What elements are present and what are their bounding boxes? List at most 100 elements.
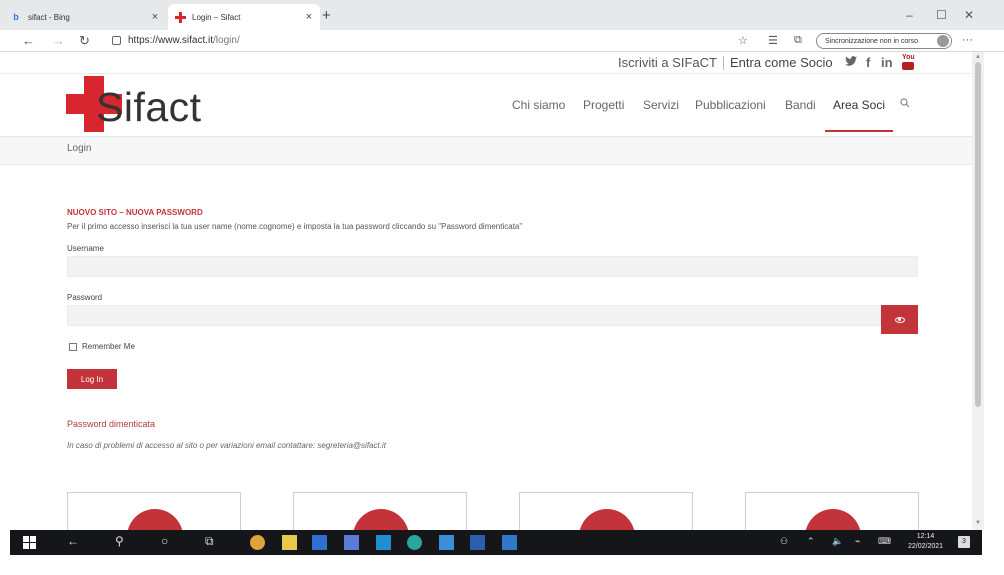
app-icon[interactable]: [470, 535, 485, 550]
network-icon[interactable]: ⌁: [855, 536, 860, 547]
teams-icon[interactable]: [344, 535, 359, 550]
scroll-up-icon[interactable]: ▲: [975, 54, 981, 60]
bing-icon: b: [13, 12, 19, 22]
breadcrumb: Login: [0, 136, 972, 165]
scroll-down-icon[interactable]: ▼: [975, 520, 981, 526]
twitter-icon[interactable]: [845, 55, 857, 70]
feature-card[interactable]: [745, 492, 919, 530]
maximize-button[interactable]: ☐: [936, 8, 947, 22]
close-tab-icon[interactable]: ×: [148, 11, 162, 23]
notification-icon[interactable]: 3: [958, 536, 970, 548]
active-nav-indicator: [825, 130, 893, 132]
nav-area-soci[interactable]: Area Soci: [833, 98, 885, 112]
start-icon[interactable]: [23, 536, 36, 549]
nav-bandi[interactable]: Bandi: [785, 98, 816, 112]
sync-profile-button[interactable]: Sincronizzazione non in corso: [816, 33, 952, 49]
password-label: Password: [67, 293, 103, 302]
card-circle-icon: [805, 509, 861, 530]
login-button[interactable]: Log In: [67, 369, 117, 389]
app-icon[interactable]: [376, 535, 391, 550]
feature-card[interactable]: [67, 492, 241, 530]
logo-text: Sifact: [96, 84, 202, 130]
nav-progetti[interactable]: Progetti: [583, 98, 624, 112]
favorites-icon[interactable]: ☰: [768, 34, 778, 47]
back-arrow-icon[interactable]: ←: [67, 534, 79, 548]
lock-icon[interactable]: [112, 36, 121, 45]
url-path: /login/: [213, 35, 240, 46]
people-icon[interactable]: ⚇: [780, 536, 788, 547]
sync-label: Sincronizzazione non in corso: [825, 37, 918, 45]
help-text: In caso di problemi di accesso al sito o…: [67, 441, 386, 450]
page-scrollbar[interactable]: ▲ ▼: [972, 52, 984, 530]
more-menu-icon[interactable]: ···: [962, 34, 973, 46]
back-arrow-icon[interactable]: ←: [22, 33, 35, 48]
photos-icon[interactable]: [439, 535, 454, 550]
file-explorer-icon[interactable]: [282, 535, 297, 550]
volume-icon[interactable]: 🔈: [832, 536, 843, 547]
refresh-icon[interactable]: ↻: [79, 33, 90, 49]
nav-servizi[interactable]: Servizi: [643, 98, 679, 112]
tab-bing[interactable]: b sifact - Bing ×: [10, 4, 166, 30]
close-window-button[interactable]: ✕: [964, 8, 974, 22]
forgot-password-link[interactable]: Password dimenticata: [67, 419, 155, 429]
linkedin-icon[interactable]: in: [881, 55, 893, 70]
cortana-icon[interactable]: ○: [161, 534, 168, 548]
youtube-label: You: [902, 54, 915, 61]
notice-text: Per il primo accesso inserisci la tua us…: [67, 222, 523, 231]
profile-avatar-icon: [937, 35, 949, 47]
feature-card[interactable]: [519, 492, 693, 530]
tab-title: sifact - Bing: [28, 12, 70, 22]
task-view-icon[interactable]: ⧉: [205, 534, 214, 549]
browser-tab-bar: b sifact - Bing × Login – Sifact × + – ☐…: [0, 0, 1004, 30]
sifact-cross-icon: [174, 11, 186, 23]
new-tab-button[interactable]: +: [322, 7, 331, 24]
username-label: Username: [67, 244, 104, 253]
card-circle-icon: [127, 509, 183, 530]
edge-icon[interactable]: [407, 535, 422, 550]
word-icon[interactable]: [502, 535, 517, 550]
username-input[interactable]: [67, 256, 918, 277]
remember-me[interactable]: Remember Me: [69, 342, 135, 351]
collections-icon[interactable]: ⧉: [794, 34, 802, 47]
show-password-button[interactable]: [881, 305, 918, 334]
favorites-add-icon[interactable]: ☆: [738, 34, 748, 47]
signup-link[interactable]: Iscriviti a SIFaCT: [618, 55, 717, 70]
feature-card[interactable]: [293, 492, 467, 530]
system-clock[interactable]: 12:14 22/02/2021: [908, 532, 943, 552]
eye-icon: [894, 316, 905, 323]
search-icon[interactable]: ⚲: [115, 534, 124, 548]
facebook-icon[interactable]: f: [866, 55, 870, 70]
chrome-icon[interactable]: [250, 535, 265, 550]
url-field[interactable]: https://www.sifact.it/login/: [128, 35, 240, 46]
forward-arrow-icon[interactable]: →: [52, 33, 65, 48]
minimize-button[interactable]: –: [906, 8, 913, 22]
password-input[interactable]: [67, 305, 881, 326]
sifact-logo[interactable]: Sifact: [66, 76, 226, 134]
remember-label: Remember Me: [82, 342, 135, 351]
close-tab-icon[interactable]: ×: [302, 11, 316, 23]
address-bar-row: ← → ↻ https://www.sifact.it/login/ ☆ ☰ ⧉…: [0, 30, 1004, 52]
nav-pubblicazioni[interactable]: Pubblicazioni: [695, 98, 766, 112]
breadcrumb-current: Login: [67, 143, 92, 154]
tab-login-sifact[interactable]: Login – Sifact ×: [168, 4, 320, 30]
nav-chi-siamo[interactable]: Chi siamo: [512, 98, 565, 112]
keyboard-icon[interactable]: ⌨: [878, 536, 891, 547]
card-circle-icon: [353, 509, 409, 530]
clock-time: 12:14: [916, 533, 935, 540]
clock-date: 22/02/2021: [908, 543, 944, 550]
member-login-link[interactable]: Entra come Socio: [730, 55, 833, 70]
youtube-icon[interactable]: You: [902, 54, 915, 73]
scroll-thumb[interactable]: [975, 62, 981, 407]
notice-title: NUOVO SITO – NUOVA PASSWORD: [67, 208, 203, 217]
divider: [723, 56, 724, 70]
tab-title: Login – Sifact: [192, 12, 241, 22]
top-strip: Iscriviti a SIFaCT Entra come Socio f in…: [0, 52, 972, 74]
card-circle-icon: [579, 509, 635, 530]
chevron-up-icon[interactable]: ⌃: [807, 536, 815, 547]
url-host: https://www.sifact.it: [128, 35, 214, 46]
windows-taskbar: ← ⚲ ○ ⧉ ⚇ ⌃ 🔈 ⌁ ⌨ 12:14 22/02/2021 3: [10, 530, 982, 555]
outlook-icon[interactable]: [312, 535, 327, 550]
search-icon[interactable]: [900, 98, 910, 111]
page-viewport: Iscriviti a SIFaCT Entra come Socio f in…: [0, 52, 972, 530]
remember-checkbox[interactable]: [69, 342, 77, 351]
